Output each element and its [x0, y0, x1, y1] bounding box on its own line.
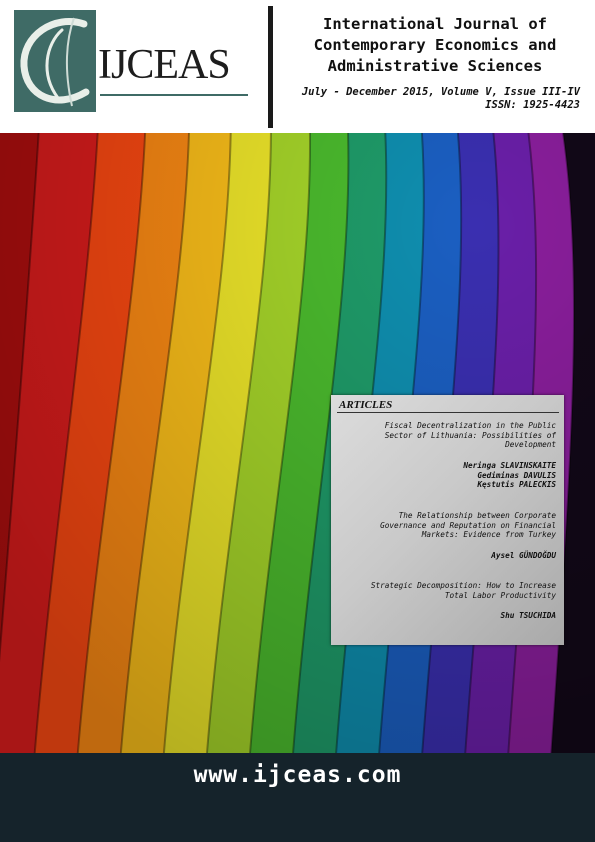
articles-panel: ARTICLES Fiscal Decentralization in the …: [331, 395, 564, 645]
article-title-line: Sector of Lithuania: Possibilities of: [384, 430, 556, 440]
article-authors: Shu TSUCHIDA: [341, 611, 556, 621]
article-title-line: Strategic Decomposition: How to Increase: [370, 581, 556, 590]
article-author: Neringa SLAVINSKAITE: [463, 461, 556, 470]
website-link[interactable]: www.ijceas.com: [0, 762, 595, 788]
issue-info: July - December 2015, Volume V, Issue II…: [280, 86, 580, 112]
articles-heading: ARTICLES: [339, 399, 393, 411]
article-authors: Neringa SLAVINSKAITE Gediminas DAVULIS K…: [341, 461, 556, 490]
article-title-line: Governance and Reputation on Financial: [380, 520, 556, 530]
issn-line: ISSN: 1925-4423: [485, 99, 580, 111]
journal-title-line: Contemporary Economics and: [313, 36, 557, 54]
journal-title-line: Administrative Sciences: [327, 57, 543, 75]
article-authors: Aysel GÜNDOĞDU: [341, 551, 556, 561]
issue-line: July - December 2015, Volume V, Issue II…: [301, 86, 580, 98]
journal-title-line: International Journal of: [323, 15, 547, 33]
cover-header: IJCEAS International Journal of Contempo…: [0, 0, 595, 133]
article-title: Fiscal Decentralization in the Public Se…: [341, 421, 556, 450]
article-author: Shu TSUCHIDA: [500, 611, 556, 620]
journal-title: International Journal of Contemporary Ec…: [280, 14, 590, 77]
logo-swash-icon: [20, 17, 90, 107]
cover-footer: www.ijceas.com: [0, 753, 595, 842]
logo-wordmark: IJCEAS: [98, 42, 231, 88]
article-title-line: Fiscal Decentralization in the Public: [384, 421, 556, 430]
header-divider: [268, 6, 273, 128]
logo-underline: [100, 94, 248, 96]
article-author: Kęstutis PALECKIS: [477, 480, 556, 489]
article-title: The Relationship between Corporate Gover…: [341, 511, 556, 540]
article-title-line: The Relationship between Corporate: [398, 511, 556, 520]
article-author: Aysel GÜNDOĞDU: [491, 551, 556, 560]
article-title-line: Development: [505, 440, 556, 449]
article-author: Gediminas DAVULIS: [477, 470, 556, 480]
journal-logo: [14, 10, 96, 112]
article-title-line: Markets: Evidence from Turkey: [421, 530, 556, 539]
article-title-line: Total Labor Productivity: [444, 590, 556, 600]
article-title: Strategic Decomposition: How to Increase…: [341, 581, 556, 600]
articles-heading-rule: [337, 412, 559, 413]
